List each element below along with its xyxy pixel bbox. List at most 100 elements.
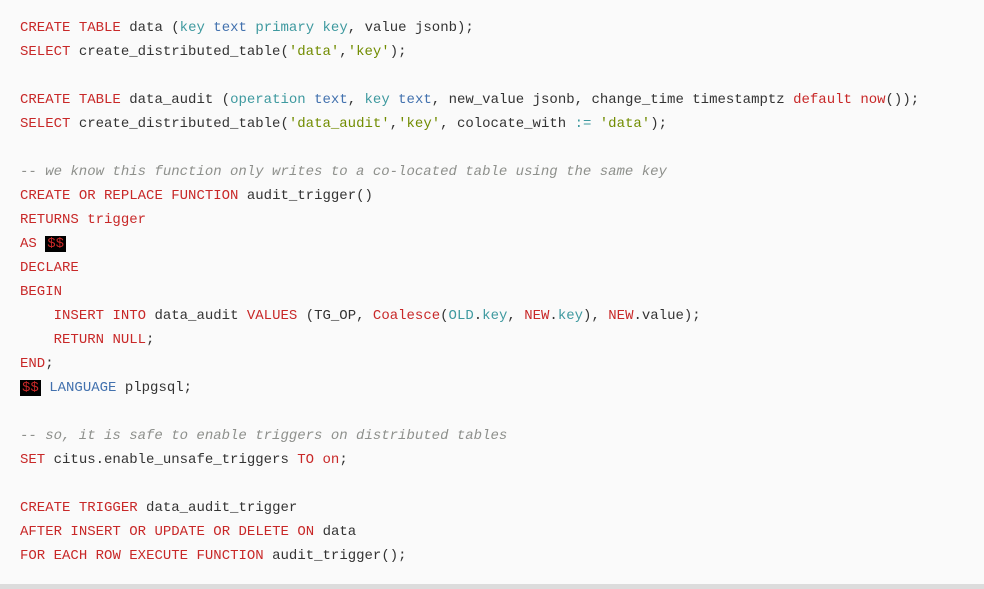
func-def: audit_trigger() xyxy=(247,188,373,204)
comment: -- so, it is safe to enable triggers on … xyxy=(20,428,507,444)
code-line: -- so, it is safe to enable triggers on … xyxy=(20,428,507,444)
func: now xyxy=(860,92,885,108)
func-call: create_distributed_table( xyxy=(79,44,289,60)
paren: ( xyxy=(171,20,179,36)
string: 'key' xyxy=(398,116,440,132)
punct: . xyxy=(549,308,557,324)
keyword: OLD xyxy=(449,308,474,324)
punct: , xyxy=(440,116,448,132)
keyword: UPDATE xyxy=(154,524,204,540)
punct: , xyxy=(339,44,347,60)
paren: (TG_OP, xyxy=(306,308,365,324)
string: 'data' xyxy=(600,116,650,132)
punct: ); xyxy=(650,116,667,132)
identifier: data_audit xyxy=(129,92,213,108)
punct: . xyxy=(474,308,482,324)
keyword: AS xyxy=(20,236,37,252)
keyword: FUNCTION xyxy=(196,548,263,564)
keyword: DELETE xyxy=(239,524,289,540)
code-line: END; xyxy=(20,356,54,372)
type: text xyxy=(314,92,348,108)
keyword: CREATE xyxy=(20,20,70,36)
keyword: SET xyxy=(20,452,45,468)
keyword: LANGUAGE xyxy=(49,380,116,396)
keyword: INSERT xyxy=(54,308,104,324)
string: 'data' xyxy=(289,44,339,60)
keyword: OR xyxy=(213,524,230,540)
punct: ); xyxy=(684,308,701,324)
paren: ( xyxy=(440,308,448,324)
punct: , xyxy=(432,92,440,108)
keyword: ROW xyxy=(96,548,121,564)
code-line: $$ LANGUAGE plpgsql; xyxy=(20,380,192,396)
identifier: citus.enable_unsafe_triggers xyxy=(54,452,289,468)
keyword: EXECUTE xyxy=(129,548,188,564)
keyword: on xyxy=(323,452,340,468)
code-line: CREATE OR REPLACE FUNCTION audit_trigger… xyxy=(20,188,373,204)
string: 'key' xyxy=(348,44,390,60)
identifier: data_audit_trigger xyxy=(146,500,297,516)
type: jsonb xyxy=(415,20,457,36)
keyword: SELECT xyxy=(20,116,70,132)
keyword: CREATE xyxy=(20,188,70,204)
keyword: CREATE xyxy=(20,92,70,108)
keyword: key xyxy=(558,308,583,324)
dollar-quote: $$ xyxy=(45,236,66,252)
punct: ; xyxy=(339,452,347,468)
keyword: EACH xyxy=(54,548,88,564)
keyword: NEW xyxy=(608,308,633,324)
keyword: AFTER xyxy=(20,524,62,540)
func-call: audit_trigger(); xyxy=(272,548,406,564)
keyword: key xyxy=(365,92,390,108)
keyword: operation xyxy=(230,92,306,108)
code-line: RETURNS trigger xyxy=(20,212,146,228)
punct: , xyxy=(575,92,583,108)
code-line: BEGIN xyxy=(20,284,62,300)
keyword: FOR xyxy=(20,548,45,564)
keyword: INSERT xyxy=(70,524,120,540)
code-line: CREATE TABLE data_audit (operation text,… xyxy=(20,92,919,108)
keyword: primary xyxy=(255,20,314,36)
keyword: DECLARE xyxy=(20,260,79,276)
punct: ()); xyxy=(886,92,920,108)
type: jsonb xyxy=(533,92,575,108)
paren: ( xyxy=(222,92,230,108)
code-line: FOR EACH ROW EXECUTE FUNCTION audit_trig… xyxy=(20,548,407,564)
punct: ), xyxy=(583,308,600,324)
punct: , xyxy=(390,116,398,132)
code-line: DECLARE xyxy=(20,260,79,276)
keyword: key xyxy=(323,20,348,36)
keyword: BEGIN xyxy=(20,284,62,300)
keyword: SELECT xyxy=(20,44,70,60)
keyword: OR xyxy=(129,524,146,540)
keyword: INTO xyxy=(112,308,146,324)
keyword: default xyxy=(793,92,852,108)
identifier: colocate_with xyxy=(457,116,566,132)
identifier: change_time xyxy=(591,92,683,108)
keyword: TRIGGER xyxy=(79,500,138,516)
code-line: SELECT create_distributed_table('data','… xyxy=(20,44,407,60)
identifier: new_value xyxy=(449,92,525,108)
identifier: value xyxy=(365,20,407,36)
punct: ; xyxy=(146,332,154,348)
code-line: RETURN NULL; xyxy=(20,332,154,348)
keyword: key xyxy=(482,308,507,324)
keyword: RETURN xyxy=(54,332,104,348)
code-line: INSERT INTO data_audit VALUES (TG_OP, Co… xyxy=(20,308,701,324)
code-line: CREATE TRIGGER data_audit_trigger xyxy=(20,500,297,516)
punct: . xyxy=(633,308,641,324)
code-line: SELECT create_distributed_table('data_au… xyxy=(20,116,667,132)
identifier: plpgsql; xyxy=(125,380,192,396)
code-line: AFTER INSERT OR UPDATE OR DELETE ON data xyxy=(20,524,356,540)
punct: ); xyxy=(457,20,474,36)
keyword: CREATE xyxy=(20,500,70,516)
type: timestamptz xyxy=(692,92,784,108)
func: Coalesce xyxy=(373,308,440,324)
identifier: data xyxy=(323,524,357,540)
keyword: END xyxy=(20,356,45,372)
punct: ; xyxy=(45,356,53,372)
sql-code-block: CREATE TABLE data (key text primary key,… xyxy=(0,0,984,589)
code-line: SET citus.enable_unsafe_triggers TO on; xyxy=(20,452,348,468)
identifier: data xyxy=(129,20,163,36)
keyword: TO xyxy=(297,452,314,468)
